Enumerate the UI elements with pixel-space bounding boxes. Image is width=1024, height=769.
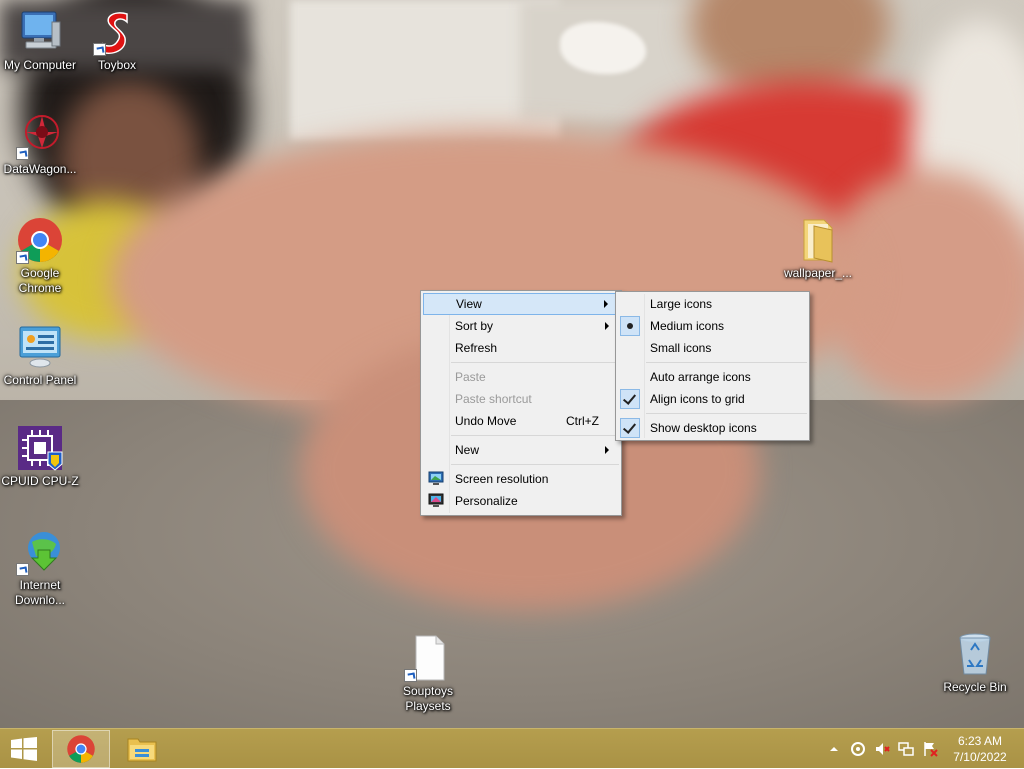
desktop-icon-control-panel[interactable]: Control Panel [0,323,80,388]
desktop-icon-label: Souptoys Playsets [402,684,454,713]
menu-item-view[interactable]: View [423,293,619,315]
menu-item-label: View [456,297,482,311]
desktop-icon-label: My Computer [3,58,77,72]
toybox-s-icon [93,8,141,56]
desktop-icon-souptoys-playsets[interactable]: Souptoys Playsets [388,634,468,714]
menu-item-label: Refresh [455,341,498,355]
desktop-icon-internet-download-manager[interactable]: Internet Downlo... [0,528,80,608]
radio-selected-indicator [620,316,640,336]
menu-separator [646,362,807,363]
taskbar-chrome-button[interactable] [52,730,110,768]
menu-item-show-desktop-icons[interactable]: Show desktop icons [618,417,807,439]
menu-item-new[interactable]: New [423,439,619,461]
desktop-icon-label: wallpaper_... [783,266,853,280]
folder-icon [127,738,157,762]
menu-item-label: Undo Move [455,414,517,428]
submenu-arrow-icon [605,322,609,330]
document-icon [404,634,452,682]
desktop-icon-label: CPUID CPU-Z [1,474,79,488]
menu-item-paste[interactable]: Paste [423,366,619,388]
internet-download-manager-icon [16,528,64,576]
menu-item-label: Auto arrange icons [650,370,751,384]
menu-item-label: Small icons [650,341,712,355]
desktop-icon-label: DataWagon... [3,162,77,176]
personalize-icon [428,493,444,508]
menu-item-label: Screen resolution [455,472,549,486]
menu-item-label: Show desktop icons [650,421,757,435]
menu-item-sort-by[interactable]: Sort by [423,315,619,337]
action-center-flag-icon[interactable] [922,741,938,757]
shortcut-arrow-icon [16,563,29,576]
view-submenu: Large icons Medium icons Small icons Aut… [615,291,810,441]
menu-item-label: Sort by [455,319,494,333]
desktop-icon-datawagon[interactable]: DataWagon... [0,112,80,177]
control-panel-icon [16,323,64,371]
menu-item-undo-move[interactable]: Undo Move Ctrl+Z [423,410,619,432]
computer-icon [16,8,64,56]
desktop-icon-label: Toybox [97,58,137,72]
submenu-arrow-icon [605,446,609,454]
screen-resolution-icon [428,471,444,486]
network-icon[interactable] [898,741,914,757]
menu-item-personalize[interactable]: Personalize [423,490,619,512]
desktop-icon-label: Google Chrome [18,266,62,295]
desktop-icon-label: Recycle Bin [943,680,1007,694]
desktop-icon-wallpaper-folder[interactable]: wallpaper_... [778,216,858,281]
taskbar-clock[interactable]: 6:23 AM 7/10/2022 [944,733,1016,765]
shortcut-arrow-icon [16,147,29,160]
recycle-bin-icon [951,630,999,678]
desktop-context-menu: View Sort by Refresh Paste Paste shortcu… [420,290,622,516]
menu-item-large-icons[interactable]: Large icons [618,293,807,315]
menu-item-paste-shortcut[interactable]: Paste shortcut [423,388,619,410]
show-hidden-icons-chevron[interactable] [826,741,842,757]
desktop-icon-my-computer[interactable]: My Computer [0,8,80,73]
menu-item-refresh[interactable]: Refresh [423,337,619,359]
checkmark-icon [622,420,637,434]
menu-separator [451,435,619,436]
checked-indicator [620,389,640,409]
desktop-icon-cpuid-cpu-z[interactable]: CPUID CPU-Z [0,424,80,489]
desktop-icon-label: Internet Downlo... [14,578,66,607]
menu-separator [451,362,619,363]
chrome-icon [16,216,64,264]
menu-item-label: Align icons to grid [650,392,745,406]
menu-item-label: Paste shortcut [455,392,532,406]
shortcut-arrow-icon [16,251,29,264]
submenu-arrow-icon [604,300,608,308]
menu-item-small-icons[interactable]: Small icons [618,337,807,359]
menu-item-label: Personalize [455,494,518,508]
checked-indicator [620,418,640,438]
network-monitor-icon[interactable] [850,741,866,757]
clock-time: 6:23 AM [957,734,1003,748]
taskbar: 6:23 AM 7/10/2022 [0,728,1024,768]
desktop-icon-toybox[interactable]: Toybox [77,8,157,73]
shortcut-arrow-icon [93,43,106,56]
windows-logo-icon [11,737,37,761]
datawagon-icon [16,112,64,160]
bullet-icon [627,323,633,329]
taskbar-file-explorer-button[interactable] [114,730,172,768]
folder-icon [794,216,842,264]
desktop-icon-google-chrome[interactable]: Google Chrome [0,216,80,296]
cpu-z-icon [16,424,64,472]
menu-item-label: New [455,443,480,457]
menu-item-auto-arrange-icons[interactable]: Auto arrange icons [618,366,807,388]
menu-separator [646,413,807,414]
desktop-icon-label: Control Panel [3,373,77,387]
desktop-icon-recycle-bin[interactable]: Recycle Bin [935,630,1015,695]
start-button[interactable] [0,729,48,769]
menu-item-label: Paste [455,370,486,384]
volume-muted-icon[interactable] [874,741,890,757]
menu-item-medium-icons[interactable]: Medium icons [618,315,807,337]
clock-date: 7/10/2022 [953,750,1007,764]
menu-item-screen-resolution[interactable]: Screen resolution [423,468,619,490]
menu-item-label: Large icons [650,297,713,311]
checkmark-icon [622,391,637,405]
menu-item-shortcut: Ctrl+Z [566,414,599,428]
menu-separator [451,464,619,465]
menu-item-align-icons-to-grid[interactable]: Align icons to grid [618,388,807,410]
menu-item-label: Medium icons [650,319,725,333]
chrome-icon [67,735,95,763]
shortcut-arrow-icon [404,669,417,682]
